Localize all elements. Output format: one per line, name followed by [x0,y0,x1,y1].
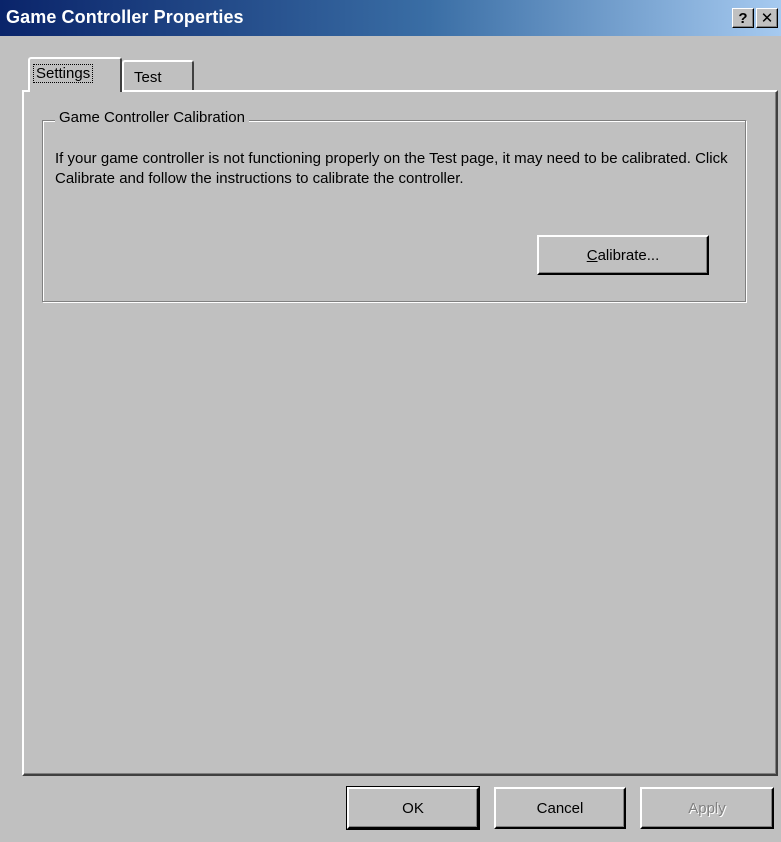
calibrate-button[interactable]: Calibrate... [537,235,709,275]
window-title: Game Controller Properties [6,7,244,27]
calibration-groupbox: Game Controller Calibration If your game… [42,109,746,302]
apply-label: Apply [688,799,726,817]
calibrate-label: alibrate... [597,246,660,264]
calibrate-mnemonic: C [586,246,598,264]
help-button[interactable]: ? [732,8,754,28]
tab-settings[interactable]: Settings [28,57,122,92]
help-icon: ? [738,9,748,27]
close-icon: ✕ [760,10,774,27]
title-bar[interactable]: Game Controller Properties ? ✕ [0,0,781,36]
ok-label: OK [402,799,424,817]
apply-button[interactable]: Apply [640,787,774,829]
cancel-button[interactable]: Cancel [494,787,626,829]
settings-panel: Game Controller Calibration If your game… [22,90,778,776]
tab-test-label: Test [134,69,162,86]
close-button[interactable]: ✕ [756,8,778,28]
cancel-label: Cancel [536,799,584,817]
tab-settings-label: Settings [32,64,94,83]
calibration-description: If your game controller is not functioni… [55,150,728,187]
tab-test[interactable]: Test [122,60,194,90]
ok-button[interactable]: OK [346,786,480,830]
calibration-group-title: Game Controller Calibration [55,109,249,126]
